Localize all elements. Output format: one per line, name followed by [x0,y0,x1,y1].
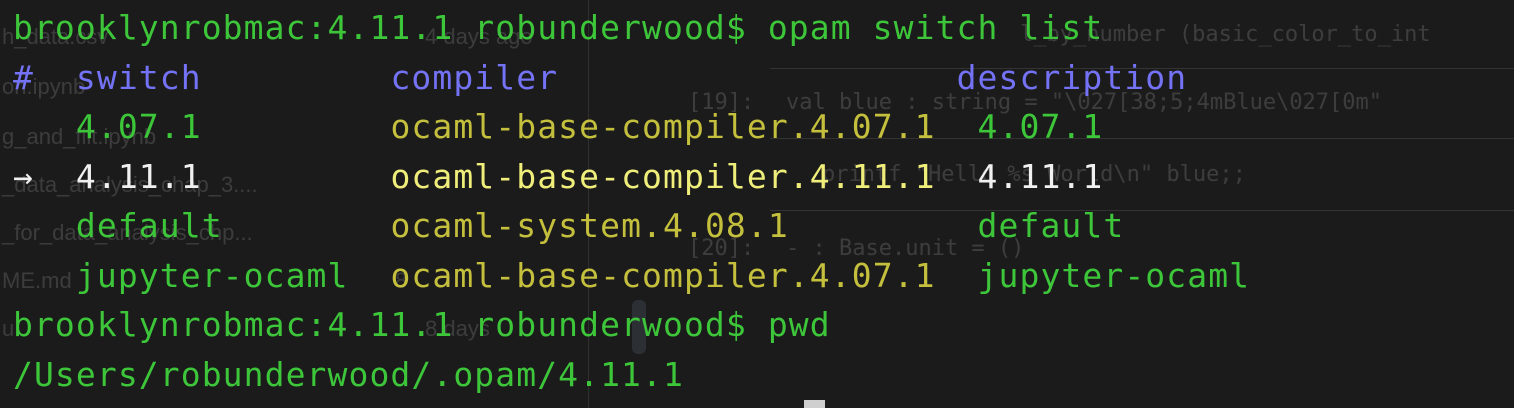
table-row-current: → 4.11.1 ocaml-base-compiler.4.11.1 4.11… [13,152,1514,202]
command-text: pwd [767,305,831,344]
switch-description: default [977,206,1125,245]
table-row: default ocaml-system.4.08.1 default [13,201,1514,251]
command-output: /Users/robunderwood/.opam/4.11.1 [13,350,1514,400]
switch-name: 4.07.1 [75,107,202,146]
table-row: jupyter-ocaml ocaml-base-compiler.4.07.1… [13,251,1514,301]
pwd-output: /Users/robunderwood/.opam/4.11.1 [13,354,684,394]
switch-description: 4.07.1 [977,107,1104,146]
header-description: description [956,57,1188,97]
text-cursor [804,400,825,408]
header-hash: # [13,57,34,97]
table-header: # switch compiler description [13,53,1514,103]
switch-name: jupyter-ocaml [75,255,349,295]
current-switch-arrow-icon: → [13,156,34,196]
switch-name: 4.11.1 [75,156,202,196]
switch-name: default [75,206,223,245]
compiler-name: ocaml-base-compiler.4.07.1 [390,107,936,146]
prompt-line: brooklynrobmac:4.11.1 robunderwood$ pwd [13,300,1514,350]
compiler-name: ocaml-system.4.08.1 [390,206,789,245]
switch-description: jupyter-ocaml [977,255,1251,295]
prompt-host: brooklynrobmac:4.11.1 robunderwood$ [13,8,747,47]
compiler-name: ocaml-base-compiler.4.07.1 [390,255,936,295]
header-switch: switch [75,57,202,97]
switch-description: 4.11.1 [977,156,1104,196]
compiler-name: ocaml-base-compiler.4.11.1 [390,156,936,196]
table-row: 4.07.1 ocaml-base-compiler.4.07.1 4.07.1 [13,102,1514,152]
prompt-host: brooklynrobmac:4.11.1 robunderwood$ [13,305,747,344]
terminal-window[interactable]: brooklynrobmac:4.11.1 robunderwood$ opam… [0,0,1514,408]
header-compiler: compiler [390,57,559,97]
prompt-line: brooklynrobmac:4.11.1 robunderwood$ opam… [13,3,1514,53]
command-text: opam switch list [767,8,1104,47]
